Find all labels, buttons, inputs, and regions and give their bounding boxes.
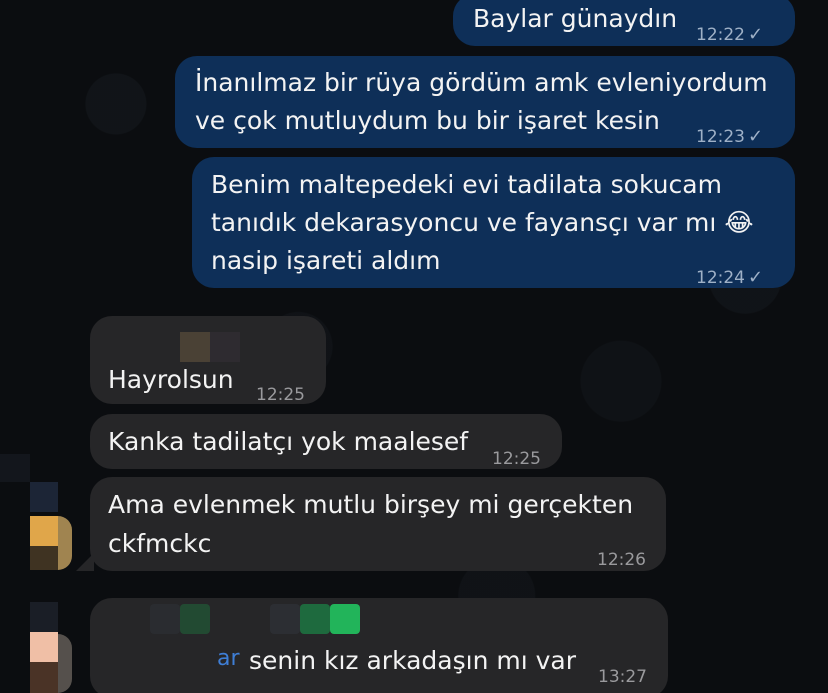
sender-name-redacted — [210, 332, 240, 362]
sender-name-redacted — [330, 604, 360, 634]
avatar-redacted-block — [30, 662, 58, 693]
message-text: ve çok mutluydum bu bir işaret kesin — [195, 106, 660, 135]
avatar-redacted-block — [30, 546, 58, 570]
message-time: 12:26 — [597, 550, 646, 570]
message-text: tanıdık dekarasyoncu ve fayansçı var mı — [211, 208, 717, 237]
message-meta: 12:26 — [597, 541, 646, 579]
message-bubble-outgoing[interactable]: İnanılmaz bir rüya gördüm amk evleniyord… — [175, 56, 795, 148]
avatar-redacted-block — [30, 632, 58, 662]
message-text: İnanılmaz bir rüya gördüm amk evleniyord… — [195, 68, 768, 97]
message-text: Benim maltepedeki evi tadilata sokucam — [211, 170, 722, 199]
avatar-redacted-block — [0, 454, 30, 482]
avatar-redacted-block — [30, 482, 58, 512]
avatar-redacted-block — [58, 516, 72, 570]
message-time: 13:27 — [598, 667, 647, 687]
message-time: 12:25 — [256, 385, 305, 405]
sender-name-redacted — [150, 604, 180, 634]
avatar-redacted-block — [30, 516, 58, 546]
bubble-tail — [76, 553, 94, 571]
avatar[interactable] — [0, 454, 72, 570]
message-text: nasip işareti aldım — [211, 246, 441, 275]
message-time: 12:25 — [492, 449, 541, 469]
message-text: ckfmckc — [108, 529, 212, 558]
message-meta: 13:27 — [598, 658, 647, 693]
avatar[interactable] — [0, 598, 72, 693]
message-bubble-incoming[interactable]: Ama evlenmek mutlu birşey mi gerçekten c… — [76, 477, 666, 571]
checkmark-icon: ✓ — [748, 267, 764, 288]
message-bubble-outgoing[interactable]: Benim maltepedeki evi tadilata sokucam t… — [192, 157, 795, 288]
quoted-text-fragment: ar — [217, 646, 240, 671]
message-meta: 12:25 — [492, 440, 541, 478]
checkmark-icon: ✓ — [748, 24, 764, 45]
sender-name-redacted — [270, 604, 300, 634]
message-bubble-incoming[interactable]: ar senin kız arkadaşın mı var 13:27 — [90, 598, 668, 693]
message-text-line: tanıdık dekarasyoncu ve fayansçı var mı … — [211, 204, 754, 242]
sender-name-redacted — [180, 604, 210, 634]
message-text: Baylar günaydın — [473, 4, 678, 33]
message-time: 12:22 — [696, 25, 745, 45]
message-text: Kanka tadilatçı yok maalesef — [108, 427, 469, 456]
message-text: Hayrolsun — [108, 365, 234, 394]
message-time: 12:23 — [696, 127, 745, 147]
message-meta: 12:22 ✓ — [696, 16, 763, 54]
message-time: 12:24 — [696, 268, 745, 288]
message-text: Ama evlenmek mutlu birşey mi gerçekten — [108, 490, 634, 519]
avatar-redacted-block — [30, 602, 58, 632]
message-bubble-incoming[interactable]: Hayrolsun 12:25 — [90, 316, 326, 405]
message-bubble-incoming[interactable]: Kanka tadilatçı yok maalesef 12:25 — [90, 414, 562, 469]
checkmark-icon: ✓ — [748, 126, 764, 147]
message-bubble-outgoing[interactable]: Baylar günaydın 12:22 ✓ — [453, 0, 795, 46]
message-meta: 12:25 — [256, 376, 305, 414]
message-meta: 12:23 ✓ — [696, 118, 763, 156]
message-meta: 12:24 ✓ — [696, 259, 763, 297]
message-text: senin kız arkadaşın mı var — [249, 646, 577, 675]
laughing-emoji-icon: 😂 — [724, 208, 754, 237]
sender-name-redacted — [180, 332, 210, 362]
sender-name-redacted — [300, 604, 330, 634]
avatar-redacted-block — [58, 634, 72, 693]
